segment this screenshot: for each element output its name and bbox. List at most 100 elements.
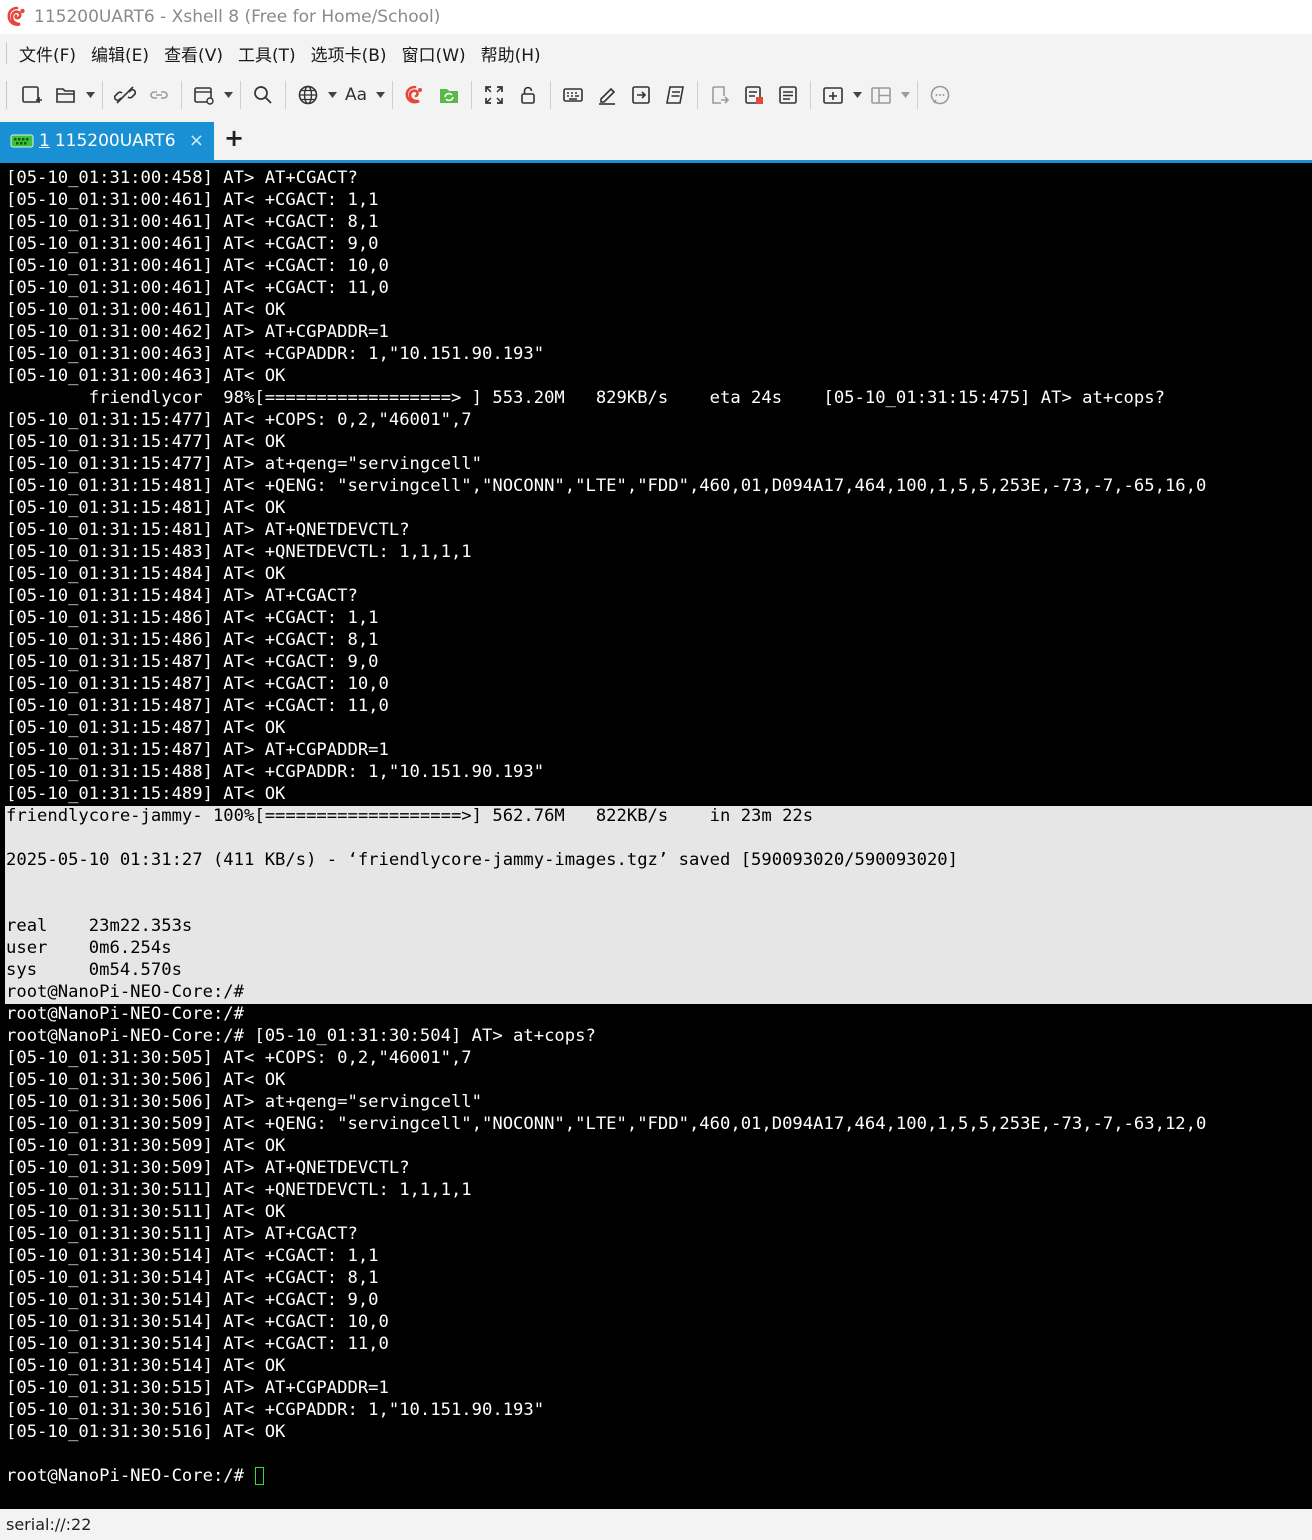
terminal-output[interactable]: [05-10_01:31:00:458] AT> AT+CGACT? [05-10… <box>0 163 1312 1509</box>
menu-help[interactable]: 帮助(H) <box>481 41 541 66</box>
terminal-line: [05-10_01:31:30:514] AT< +CGACT: 11,0 <box>6 1333 1312 1355</box>
add-tab-dropdown[interactable] <box>852 80 862 110</box>
terminal-line: 2025-05-10 01:31:27 (411 KB/s) - ‘friend… <box>6 849 1312 871</box>
window-title: 115200UART6 - Xshell 8 (Free for Home/Sc… <box>34 7 441 27</box>
terminal-line: [05-10_01:31:30:505] AT< +COPS: 0,2,"460… <box>6 1047 1312 1069</box>
tab-115200uart6[interactable]: 1 115200UART6 × <box>0 122 214 160</box>
new-window-button[interactable] <box>189 80 219 110</box>
menubar-grip[interactable] <box>6 42 9 64</box>
disconnect-button[interactable] <box>110 80 140 110</box>
layout-dropdown[interactable] <box>900 80 910 110</box>
fullscreen-button[interactable] <box>479 80 509 110</box>
terminal-line: root@NanoPi-NEO-Core:/# <box>6 1465 1312 1487</box>
terminal-line-text: [05-10_01:31:30:515] AT> AT+CGPADDR=1 <box>6 1378 389 1398</box>
font-dropdown[interactable] <box>375 80 385 110</box>
script-button[interactable] <box>660 80 690 110</box>
new-session-button[interactable] <box>17 80 47 110</box>
record-button[interactable] <box>739 80 769 110</box>
menu-view[interactable]: 查看(V) <box>164 41 223 66</box>
layout-button[interactable] <box>866 80 896 110</box>
font-button[interactable]: Aa <box>341 80 371 110</box>
terminal-line-text: [05-10_01:31:15:481] AT> AT+QNETDEVCTL? <box>6 520 410 540</box>
terminal-line-text: [05-10_01:31:30:511] AT< +QNETDEVCTL: 1,… <box>6 1180 472 1200</box>
menu-file[interactable]: 文件(F) <box>19 41 76 66</box>
encoding-button[interactable] <box>293 80 323 110</box>
terminal-line: [05-10_01:31:15:486] AT< +CGACT: 1,1 <box>6 607 1312 629</box>
terminal-line-text: [05-10_01:31:15:477] AT> at+qeng="servin… <box>6 454 482 474</box>
toolbar-separator <box>181 81 182 109</box>
link-icon <box>150 91 168 99</box>
terminal-line: [05-10_01:31:15:481] AT> AT+QNETDEVCTL? <box>6 519 1312 541</box>
terminal-line: [05-10_01:31:00:458] AT> AT+CGACT? <box>6 167 1312 189</box>
menu-tabs[interactable]: 选项卡(B) <box>311 41 387 66</box>
add-tab-icon[interactable]: + <box>224 124 244 152</box>
highlight-button[interactable] <box>592 80 622 110</box>
terminal-line-text: [05-10_01:31:30:511] AT> AT+CGACT? <box>6 1224 358 1244</box>
compose-button[interactable] <box>773 80 803 110</box>
tab-close-icon[interactable]: × <box>189 130 204 151</box>
find-button[interactable] <box>248 80 278 110</box>
terminal-line-text: [05-10_01:31:30:509] AT> AT+QNETDEVCTL? <box>6 1158 410 1178</box>
open-session-button[interactable] <box>51 80 81 110</box>
xshell-button[interactable] <box>400 80 430 110</box>
terminal-line-text: [05-10_01:31:30:514] AT< +CGACT: 11,0 <box>6 1334 389 1354</box>
lock-button[interactable] <box>513 80 543 110</box>
menu-tools[interactable]: 工具(T) <box>238 41 296 66</box>
terminal-line: [05-10_01:31:15:487] AT< +CGACT: 9,0 <box>6 651 1312 673</box>
terminal-line-text: user 0m6.254s <box>6 938 172 958</box>
tab-label: 115200UART6 <box>54 131 176 151</box>
encoding-dropdown[interactable] <box>327 80 337 110</box>
terminal-line-text: [05-10_01:31:30:514] AT< +CGACT: 10,0 <box>6 1312 389 1332</box>
layout-icon <box>871 87 891 104</box>
terminal-line-text: [05-10_01:31:00:463] AT< OK <box>6 366 286 386</box>
terminal-line: [05-10_01:31:15:487] AT> AT+CGPADDR=1 <box>6 739 1312 761</box>
log-button[interactable] <box>705 80 735 110</box>
toolbar: Aa <box>0 72 1312 118</box>
title-bar: 115200UART6 - Xshell 8 (Free for Home/Sc… <box>0 0 1312 34</box>
terminal-line: [05-10_01:31:00:461] AT< +CGACT: 9,0 <box>6 233 1312 255</box>
terminal-line: [05-10_01:31:15:486] AT< +CGACT: 8,1 <box>6 629 1312 651</box>
new-window-icon <box>194 87 214 105</box>
terminal-line-text: [05-10_01:31:15:477] AT< OK <box>6 432 286 452</box>
terminal-line-text: [05-10_01:31:00:461] AT< +CGACT: 10,0 <box>6 256 389 276</box>
open-session-dropdown[interactable] <box>85 80 95 110</box>
menu-window[interactable]: 窗口(W) <box>402 41 466 66</box>
xftp-button[interactable] <box>434 80 464 110</box>
terminal-line: [05-10_01:31:30:509] AT< OK <box>6 1135 1312 1157</box>
terminal-line-text: [05-10_01:31:00:461] AT< +CGACT: 9,0 <box>6 234 379 254</box>
chevron-down-icon <box>223 92 233 98</box>
terminal-line-text: [05-10_01:31:30:514] AT< +CGACT: 8,1 <box>6 1268 379 1288</box>
log-icon <box>712 86 730 104</box>
terminal-line: [05-10_01:31:00:463] AT< OK <box>6 365 1312 387</box>
new-window-dropdown[interactable] <box>223 80 233 110</box>
terminal-line: [05-10_01:31:30:506] AT> at+qeng="servin… <box>6 1091 1312 1113</box>
terminal-line: [05-10_01:31:00:462] AT> AT+CGPADDR=1 <box>6 321 1312 343</box>
terminal-line: [05-10_01:31:15:484] AT< OK <box>6 563 1312 585</box>
terminal-line: root@NanoPi-NEO-Core:/# [05-10_01:31:30:… <box>6 1025 1312 1047</box>
send-icon <box>632 86 650 104</box>
reconnect-button[interactable] <box>144 80 174 110</box>
add-tab-button[interactable] <box>818 80 848 110</box>
menu-edit[interactable]: 编辑(E) <box>91 41 149 66</box>
terminal-line: [05-10_01:31:30:514] AT< +CGACT: 9,0 <box>6 1289 1312 1311</box>
toolbar-grip[interactable] <box>6 81 9 109</box>
chevron-down-icon <box>900 92 910 98</box>
chat-button[interactable] <box>925 80 955 110</box>
terminal-lines: [05-10_01:31:00:458] AT> AT+CGACT? [05-10… <box>6 167 1312 1487</box>
terminal-line: [05-10_01:31:30:511] AT< +QNETDEVCTL: 1,… <box>6 1179 1312 1201</box>
terminal-line: [05-10_01:31:30:516] AT< OK <box>6 1421 1312 1443</box>
terminal-line-text: root@NanoPi-NEO-Core:/# <box>6 1004 244 1024</box>
terminal-line-text: [05-10_01:31:30:516] AT< OK <box>6 1422 286 1442</box>
terminal-line: [05-10_01:31:30:514] AT< +CGACT: 10,0 <box>6 1311 1312 1333</box>
keyboard-button[interactable] <box>558 80 588 110</box>
terminal-line-text: real 23m22.353s <box>6 916 193 936</box>
terminal-line-text: [05-10_01:31:15:487] AT> AT+CGPADDR=1 <box>6 740 389 760</box>
new-session-icon <box>22 86 42 103</box>
terminal-line-text: [05-10_01:31:00:461] AT< +CGACT: 11,0 <box>6 278 389 298</box>
xftp-icon <box>440 89 458 103</box>
chevron-down-icon <box>852 92 862 98</box>
terminal-line-text: [05-10_01:31:00:461] AT< +CGACT: 1,1 <box>6 190 379 210</box>
send-button[interactable] <box>626 80 656 110</box>
